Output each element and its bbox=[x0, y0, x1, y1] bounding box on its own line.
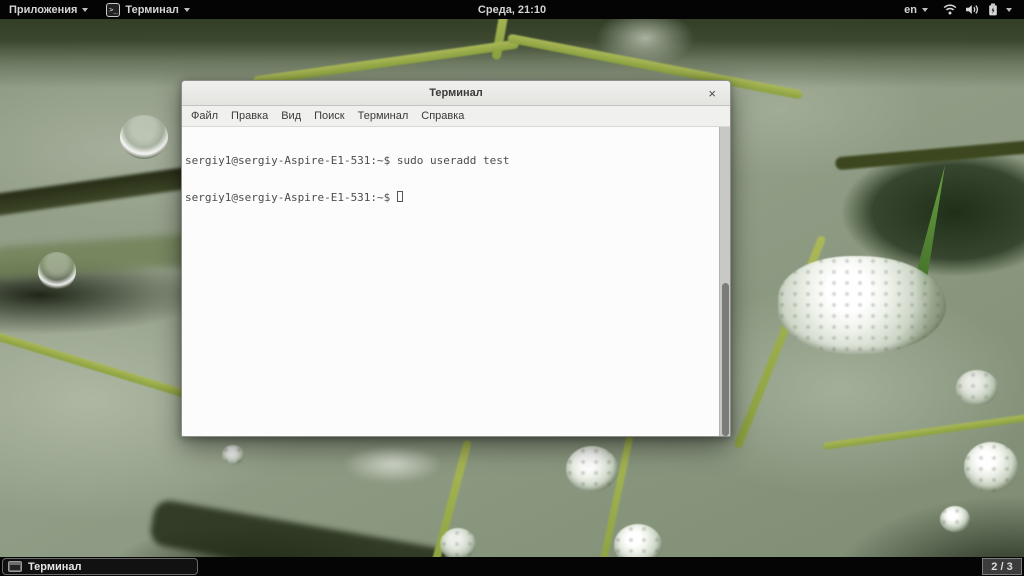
chevron-down-icon bbox=[922, 8, 928, 12]
taskbar-item-terminal[interactable]: Терминал bbox=[2, 558, 198, 575]
applications-menu[interactable]: Приложения bbox=[0, 0, 97, 19]
terminal-window: Терминал × Файл Правка Вид Поиск Термина… bbox=[181, 80, 731, 437]
clock[interactable]: Среда, 21:10 bbox=[469, 0, 555, 19]
leaf-edge bbox=[835, 139, 1024, 171]
chevron-down-icon bbox=[82, 8, 88, 12]
water-drop bbox=[778, 256, 946, 354]
water-drop bbox=[345, 448, 440, 482]
system-status-area[interactable] bbox=[937, 0, 1018, 19]
workspace-indicator-label: 2 / 3 bbox=[991, 561, 1012, 573]
scrollbar-thumb[interactable] bbox=[722, 283, 729, 436]
clock-label: Среда, 21:10 bbox=[478, 4, 546, 16]
top-bar: Приложения >_ Терминал Среда, 21:10 en bbox=[0, 0, 1024, 19]
bottom-bar: Терминал 2 / 3 bbox=[0, 557, 1024, 576]
applications-menu-label: Приложения bbox=[9, 4, 77, 16]
menu-item-terminal[interactable]: Терминал bbox=[358, 110, 409, 122]
battery-icon bbox=[988, 3, 998, 16]
menu-item-help[interactable]: Справка bbox=[421, 110, 464, 122]
water-drop bbox=[222, 445, 244, 465]
terminal-prompt-line: sergiy1@sergiy-Aspire-E1-531:~$ bbox=[185, 191, 714, 204]
keyboard-layout-label: en bbox=[904, 4, 917, 16]
keyboard-layout-indicator[interactable]: en bbox=[895, 0, 937, 19]
app-menu-terminal[interactable]: >_ Терминал bbox=[97, 0, 199, 19]
close-button[interactable]: × bbox=[704, 81, 720, 105]
water-drop bbox=[956, 370, 998, 406]
water-drop bbox=[120, 115, 168, 159]
terminal-cursor bbox=[397, 191, 403, 202]
menu-item-file[interactable]: Файл bbox=[191, 110, 218, 122]
scrollbar[interactable] bbox=[719, 127, 730, 436]
app-menu-label: Терминал bbox=[125, 4, 179, 16]
taskbar-item-label: Терминал bbox=[28, 561, 82, 573]
terminal-content[interactable]: sergiy1@sergiy-Aspire-E1-531:~$ sudo use… bbox=[182, 127, 730, 436]
terminal-line-text: sergiy1@sergiy-Aspire-E1-531:~$ bbox=[185, 191, 390, 204]
wifi-icon bbox=[943, 4, 957, 15]
plant-stem bbox=[0, 328, 206, 403]
volume-icon bbox=[965, 4, 980, 15]
window-titlebar[interactable]: Терминал × bbox=[182, 81, 730, 106]
chevron-down-icon bbox=[184, 8, 190, 12]
water-drop bbox=[964, 442, 1018, 492]
water-drop bbox=[566, 446, 618, 492]
chevron-down-icon bbox=[1006, 8, 1012, 12]
menu-item-edit[interactable]: Правка bbox=[231, 110, 268, 122]
water-drop bbox=[38, 252, 76, 290]
window-menubar: Файл Правка Вид Поиск Терминал Справка bbox=[182, 106, 730, 127]
terminal-window-icon bbox=[8, 561, 22, 572]
terminal-line-text: sergiy1@sergiy-Aspire-E1-531:~$ sudo use… bbox=[185, 154, 510, 167]
terminal-line: sergiy1@sergiy-Aspire-E1-531:~$ sudo use… bbox=[185, 155, 714, 167]
window-title: Терминал bbox=[429, 87, 483, 99]
terminal-output: sergiy1@sergiy-Aspire-E1-531:~$ sudo use… bbox=[182, 127, 730, 228]
plant-stem bbox=[253, 39, 520, 85]
menu-item-search[interactable]: Поиск bbox=[314, 110, 344, 122]
water-drop bbox=[440, 528, 476, 560]
water-drop bbox=[940, 506, 970, 532]
terminal-app-icon: >_ bbox=[106, 3, 120, 17]
workspace-indicator[interactable]: 2 / 3 bbox=[982, 558, 1022, 575]
menu-item-view[interactable]: Вид bbox=[281, 110, 301, 122]
